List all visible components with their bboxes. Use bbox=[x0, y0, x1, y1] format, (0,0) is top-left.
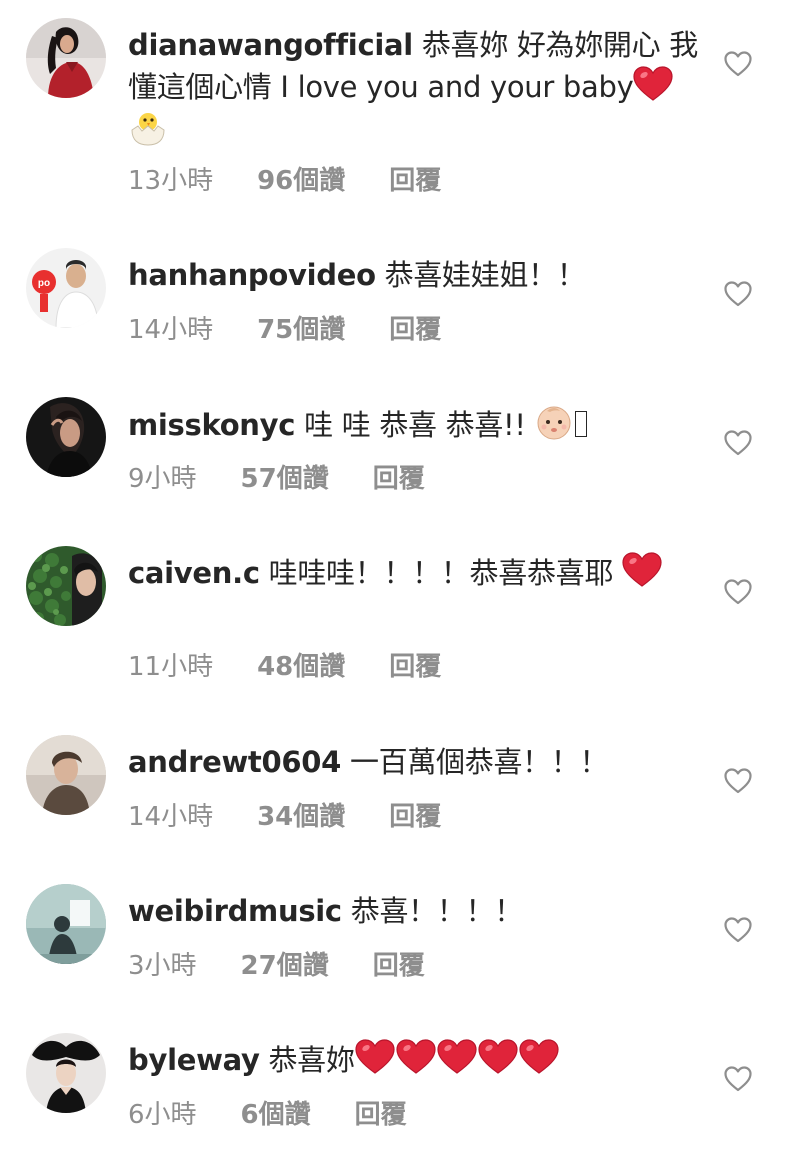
reply-button[interactable]: 回覆 bbox=[373, 945, 425, 982]
avatar[interactable] bbox=[26, 884, 106, 964]
like-heart-icon[interactable] bbox=[724, 768, 752, 794]
comment-text: caiven.c 哇哇哇！！！！恭喜恭喜耶 bbox=[128, 552, 708, 594]
avatar[interactable] bbox=[26, 18, 106, 98]
avatar[interactable] bbox=[26, 735, 106, 815]
comment-text: andrewt0604 一百萬個恭喜！！！ bbox=[128, 741, 708, 783]
like-heart-icon[interactable] bbox=[724, 579, 752, 605]
comment-meta: 9小時 57個讚 回覆 bbox=[128, 458, 425, 495]
hatching-chick-emoji-icon bbox=[131, 113, 165, 146]
comment-username[interactable]: caiven.c bbox=[128, 556, 260, 590]
comment-meta: 13小時 96個讚 回覆 bbox=[128, 160, 441, 197]
comment-text: byleway 恭喜妳 bbox=[128, 1039, 708, 1081]
comment-time: 9小時 bbox=[128, 464, 197, 494]
comment-message: 哇 哇 恭喜 恭喜!! bbox=[304, 408, 526, 442]
comment-meta: 6小時 6個讚 回覆 bbox=[128, 1094, 407, 1131]
comment-time: 6小時 bbox=[128, 1100, 197, 1130]
comment-likes-count[interactable]: 75個讚 bbox=[257, 309, 345, 346]
comment-time: 14小時 bbox=[128, 315, 214, 345]
avatar[interactable] bbox=[26, 397, 106, 477]
heart-emoji-icon bbox=[478, 1039, 518, 1075]
reply-button[interactable]: 回覆 bbox=[355, 1094, 407, 1131]
avatar[interactable] bbox=[26, 1033, 106, 1113]
comment-text: hanhanpovideo 恭喜娃娃姐！！ bbox=[128, 254, 708, 296]
like-heart-icon[interactable] bbox=[724, 917, 752, 943]
comment-message: 一百萬個恭喜！！！ bbox=[349, 745, 609, 779]
comment-username[interactable]: dianawangofficial bbox=[128, 28, 413, 62]
avatar[interactable] bbox=[26, 546, 106, 626]
comment-username[interactable]: andrewt0604 bbox=[128, 745, 341, 779]
comment-message: 哇哇哇！！！！恭喜恭喜耶 bbox=[268, 556, 614, 590]
comment-meta: 14小時 34個讚 回覆 bbox=[128, 796, 441, 833]
heart-emoji-icon bbox=[437, 1039, 477, 1075]
comment-likes-count[interactable]: 6個讚 bbox=[241, 1094, 311, 1131]
comment-likes-count[interactable]: 57個讚 bbox=[241, 458, 329, 495]
comment-username[interactable]: byleway bbox=[128, 1043, 260, 1077]
comment-meta: 14小時 75個讚 回覆 bbox=[128, 309, 441, 346]
heart-emoji-icon bbox=[355, 1039, 395, 1075]
comment-meta: 3小時 27個讚 回覆 bbox=[128, 945, 425, 982]
like-heart-icon[interactable] bbox=[724, 281, 752, 307]
missing-glyph-icon bbox=[574, 411, 587, 437]
heart-emoji-icon bbox=[633, 66, 673, 102]
comment-message: 恭喜！！！！ bbox=[350, 894, 524, 928]
avatar[interactable]: po bbox=[26, 248, 106, 328]
reply-button[interactable]: 回覆 bbox=[373, 458, 425, 495]
comment-username[interactable]: weibirdmusic bbox=[128, 894, 342, 928]
comment-text: dianawangofficial 恭喜妳 好為妳開心 我懂這個心情 I lov… bbox=[128, 24, 708, 151]
comment-likes-count[interactable]: 27個讚 bbox=[241, 945, 329, 982]
baby-emoji-icon bbox=[537, 406, 571, 440]
reply-button[interactable]: 回覆 bbox=[389, 646, 441, 683]
comment-meta: 11小時 48個讚 回覆 bbox=[128, 646, 441, 683]
reply-button[interactable]: 回覆 bbox=[389, 796, 441, 833]
comment-time: 13小時 bbox=[128, 166, 214, 196]
comment-likes-count[interactable]: 96個讚 bbox=[257, 160, 345, 197]
comment-time: 3小時 bbox=[128, 951, 197, 981]
comment-time: 14小時 bbox=[128, 802, 214, 832]
comment-username[interactable]: hanhanpovideo bbox=[128, 258, 376, 292]
like-heart-icon[interactable] bbox=[724, 430, 752, 456]
heart-emoji-icon bbox=[622, 552, 662, 588]
avatar-badge-text: po bbox=[38, 278, 50, 289]
comment-username[interactable]: misskonyc bbox=[128, 408, 295, 442]
comment-text: misskonyc 哇 哇 恭喜 恭喜!! bbox=[128, 403, 708, 446]
reply-button[interactable]: 回覆 bbox=[389, 160, 441, 197]
like-heart-icon[interactable] bbox=[724, 1066, 752, 1092]
comment-likes-count[interactable]: 48個讚 bbox=[257, 646, 345, 683]
comment-message: 恭喜娃娃姐！！ bbox=[384, 258, 586, 292]
comment-likes-count[interactable]: 34個讚 bbox=[257, 796, 345, 833]
heart-emoji-icon bbox=[396, 1039, 436, 1075]
comment-text: weibirdmusic 恭喜！！！！ bbox=[128, 890, 708, 932]
reply-button[interactable]: 回覆 bbox=[389, 309, 441, 346]
comment-message: 恭喜妳 bbox=[268, 1043, 355, 1077]
heart-emoji-icon bbox=[519, 1039, 559, 1075]
comment-time: 11小時 bbox=[128, 652, 214, 682]
like-heart-icon[interactable] bbox=[724, 51, 752, 77]
